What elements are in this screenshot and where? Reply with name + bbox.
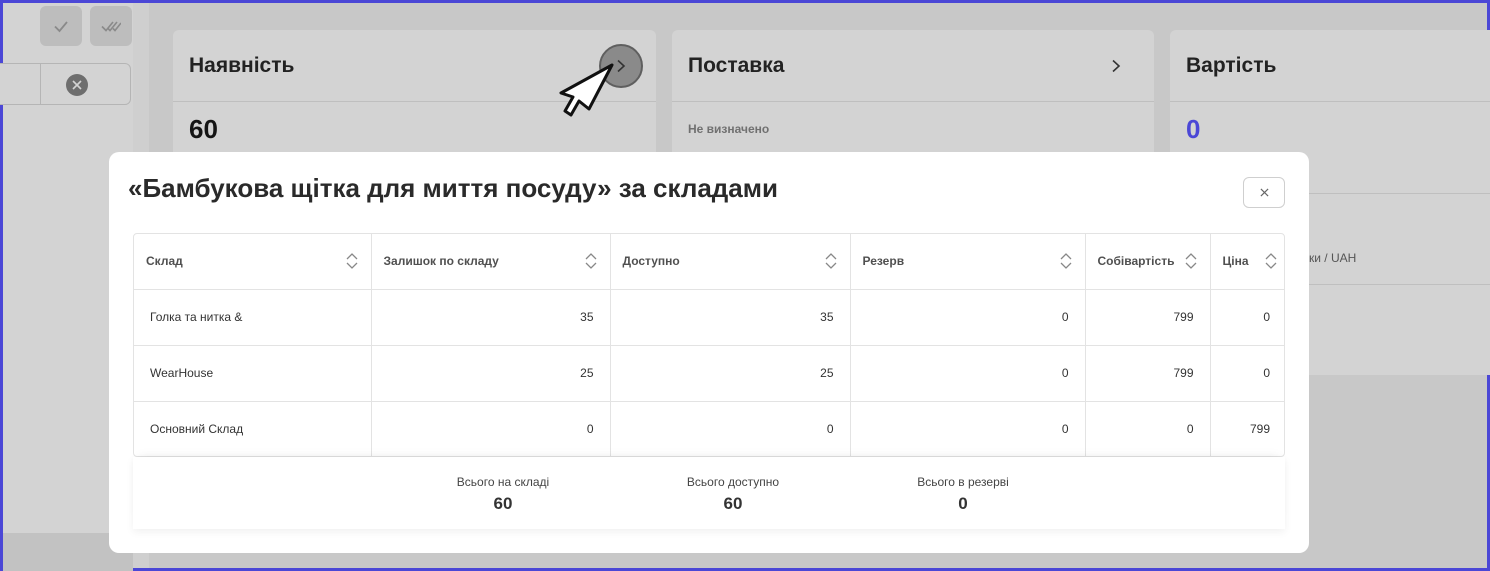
- chevron-right-icon: [1112, 59, 1121, 73]
- cell-available: 0: [610, 401, 851, 456]
- cell-reserve: 0: [850, 401, 1086, 456]
- cell-cost: 799: [1085, 289, 1211, 346]
- stock-table: Склад Залишок по складу Доступно Резерв …: [133, 233, 1285, 457]
- cell-warehouse: Основний Склад: [134, 401, 372, 456]
- cell-reserve: 0: [850, 289, 1086, 346]
- total-value: 0: [958, 494, 968, 513]
- filter-field[interactable]: [0, 63, 131, 105]
- column-header-available[interactable]: Доступно: [610, 234, 851, 290]
- card-header: Вартість: [1170, 30, 1490, 102]
- total-label: Всього на складі: [456, 475, 550, 489]
- cell-price: 0: [1210, 289, 1284, 346]
- sort-icon[interactable]: [345, 251, 359, 271]
- close-icon: [1259, 188, 1269, 197]
- total-label: Всього в резерві: [917, 475, 1009, 489]
- cell-balance: 35: [371, 289, 611, 346]
- column-header-balance[interactable]: Залишок по складу: [371, 234, 611, 290]
- cell-cost: 0: [1085, 401, 1211, 456]
- cell-price: 799: [1249, 422, 1270, 437]
- mouse-cursor-icon: [559, 63, 614, 117]
- cell-reserve: 0: [850, 345, 1086, 402]
- check-icon: [54, 21, 68, 33]
- table-row: WearHouse 25 25 0 799 0: [134, 345, 1284, 402]
- column-header-reserve[interactable]: Резерв: [850, 234, 1086, 290]
- column-header-cost[interactable]: Собівартість: [1085, 234, 1211, 290]
- total-label: Всього доступно: [686, 475, 780, 489]
- card-header: Поставка: [672, 30, 1154, 102]
- card-value: Не визначено: [688, 122, 770, 136]
- table-header-row: Склад Залишок по складу Доступно Резерв …: [134, 234, 1284, 290]
- card-value: 0: [1186, 114, 1201, 144]
- total-reserved: Всього в резерві 0: [883, 475, 1043, 514]
- card-title: Поставка: [688, 53, 785, 77]
- totals-footer: Всього на складі 60 Всього доступно 60 В…: [133, 457, 1285, 529]
- card-title: Наявність: [189, 53, 295, 77]
- filter-divider: [40, 64, 41, 104]
- confirm-button[interactable]: [40, 6, 82, 46]
- sort-icon[interactable]: [1264, 251, 1278, 271]
- double-check-icon: [101, 21, 121, 32]
- open-supply-button[interactable]: [1104, 54, 1128, 78]
- cell-warehouse: Голка та нитка &: [134, 289, 372, 346]
- cell-price: 0: [1210, 345, 1284, 402]
- cell-balance: 25: [371, 345, 611, 402]
- sort-icon[interactable]: [824, 251, 838, 271]
- cell-cost: 799: [1085, 345, 1211, 402]
- confirm-all-button[interactable]: [90, 6, 132, 46]
- total-available: Всього доступно 60: [653, 475, 813, 514]
- cell-balance: 0: [371, 401, 611, 456]
- card-subtext: ки / UAH: [1309, 251, 1357, 265]
- sort-icon[interactable]: [584, 251, 598, 271]
- column-header-warehouse[interactable]: Склад: [134, 234, 372, 290]
- table-row: Голка та нитка & 35 35 0 799 0: [134, 289, 1284, 346]
- close-icon: [72, 80, 82, 90]
- cell-available: 25: [610, 345, 851, 402]
- sort-icon[interactable]: [1059, 251, 1073, 271]
- column-header-price[interactable]: Ціна: [1210, 234, 1284, 290]
- modal-title: «Бамбукова щітка для миття посуду» за ск…: [128, 173, 778, 203]
- warehouse-stock-modal: «Бамбукова щітка для миття посуду» за ск…: [109, 152, 1309, 553]
- table-row: Основний Склад 0 0 0 0 799: [134, 401, 1284, 456]
- sort-icon[interactable]: [1184, 251, 1198, 271]
- total-in-stock: Всього на складі 60: [423, 475, 583, 514]
- cell-available: 35: [610, 289, 851, 346]
- card-title: Вартість: [1186, 53, 1277, 77]
- total-value: 60: [723, 494, 743, 513]
- close-modal-button[interactable]: [1243, 177, 1285, 208]
- cell-warehouse: WearHouse: [134, 345, 372, 402]
- total-value: 60: [493, 494, 513, 513]
- clear-filter-button[interactable]: [66, 74, 88, 96]
